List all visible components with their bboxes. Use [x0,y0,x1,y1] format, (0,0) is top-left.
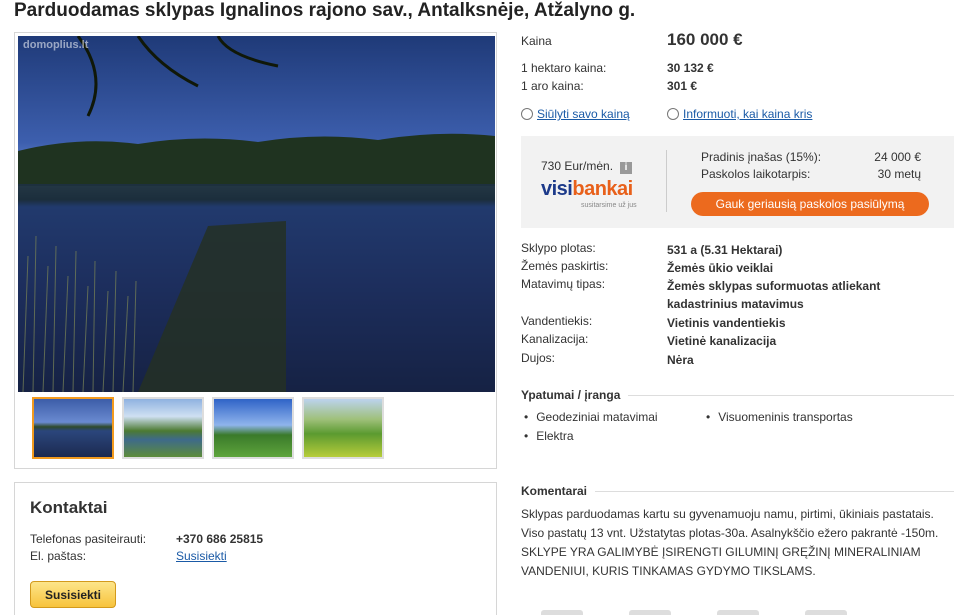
email-label: El. paštas: [30,549,87,563]
price-per-hectare-label: 1 hektaro kaina: [521,61,607,75]
spec-value: 531 a (5.31 Hektarai) [667,243,783,257]
divider-line [628,394,954,396]
features-heading: Ypatumai / įranga [521,388,954,402]
email-contact-link[interactable]: Susisiekti [176,549,227,563]
feature-item: Visuomeninis transportas [706,410,853,424]
down-payment-row: Pradinis įnašas (15%): 24 000 € [701,150,921,164]
down-payment-value: 24 000 € [874,150,921,164]
email-row: El. paštas: Susisiekti [30,549,227,563]
spec-value: Žemės ūkio veiklai [667,261,774,275]
spec-row: Sklypo plotas: 531 a (5.31 Hektarai) [521,241,947,259]
spec-row: Kanalizacija: Vietinė kanalizacija [521,332,947,350]
spec-value: Nėra [667,353,694,367]
notify-price-drop-link[interactable]: Informuoti, kai kaina kris [683,107,812,121]
spec-label: Kanalizacija: [521,332,589,346]
price-per-are-row: 1 aro kaina: 301 € [521,79,697,93]
thumbnail-3[interactable] [212,397,294,459]
loan-monthly-value: 730 Eur/mėn. [541,159,614,173]
loan-term-row: Paskolos laikotarpis: 30 metų [701,167,921,181]
thumbnail-strip [32,397,384,459]
contacts-panel: Kontaktai Telefonas pasiteirauti: +370 68… [14,482,497,615]
price-label: Kaina [521,34,552,48]
comments-heading: Komentarai [521,484,954,498]
spec-value: Vietinis vandentiekis [667,316,786,330]
features-heading-text: Ypatumai / įranga [521,388,621,402]
thumbnail-1[interactable] [32,397,114,459]
page-title: Parduodamas sklypas Ignalinos rajono sav… [14,0,636,21]
spec-label: Žemės paskirtis: [521,259,609,273]
thumbnail-2[interactable] [122,397,204,459]
notify-link-wrap: Informuoti, kai kaina kris [667,107,812,121]
comments-text: Sklypas parduodamas kartu su gyvenamuoju… [521,507,939,578]
spec-label: Vandentiekis: [521,314,593,328]
bottom-share-buttons [541,610,847,615]
bell-icon [667,108,679,120]
spec-value: Žemės sklypas suformuotas atliekant kada… [667,279,881,311]
lake-scene [18,36,495,392]
loan-offer-button[interactable]: Gauk geriausią paskolos pasiūlymą [691,192,929,216]
price-per-are-label: 1 aro kaina: [521,79,584,93]
loan-monthly: 730 Eur/mėn. i [541,159,633,174]
price-per-are-value: 301 € [667,79,698,93]
spec-row: Dujos: Nėra [521,351,947,369]
phone-value[interactable]: +370 686 25815 [176,532,263,546]
offer-price-link[interactable]: Siūlyti savo kainą [537,107,630,121]
spec-row: Žemės paskirtis: Žemės ūkio veiklai [521,259,947,277]
loan-term-value: 30 metų [877,167,921,181]
phone-label: Telefonas pasiteirauti: [30,532,147,546]
info-icon[interactable]: i [620,162,633,174]
feature-item: Geodeziniai matavimai [524,410,657,424]
divider-line [595,490,954,492]
share-button[interactable] [541,610,583,615]
spec-value: Vietinė kanalizacija [667,334,777,348]
watermark: domoplius.lt [23,39,89,51]
price-value: 160 000 € [667,30,743,49]
feature-item: Elektra [524,429,573,443]
share-button[interactable] [629,610,671,615]
loan-term-label: Paskolos laikotarpis: [701,167,811,181]
offer-price-link-wrap: Siūlyti savo kainą [521,107,630,121]
logo-part-a: visi [541,178,573,200]
share-button[interactable] [805,610,847,615]
euro-icon [521,108,533,120]
phone-row: Telefonas pasiteirauti: +370 686 25815 [30,532,263,546]
comments-heading-text: Komentarai [521,484,588,498]
thumbnail-4[interactable] [302,397,384,459]
divider [666,150,667,212]
contact-button[interactable]: Susisiekti [30,581,116,608]
price-per-hectare-row: 1 hektaro kaina: 30 132 € [521,61,714,75]
visibankai-logo[interactable]: visibankai [541,178,633,201]
spec-row: Matavimų tipas: Žemės sklypas suformuotas… [521,277,947,313]
price-row: Kaina 160 000 € [521,30,743,50]
share-button[interactable] [717,610,759,615]
main-photo[interactable]: domoplius.lt [18,36,495,392]
photo-gallery: domoplius.lt [14,32,497,469]
spec-row: Vandentiekis: Vietinis vandentiekis [521,314,947,332]
contacts-heading: Kontaktai [30,498,108,517]
down-payment-label: Pradinis įnašas (15%): [701,150,822,164]
price-per-hectare-value: 30 132 € [667,61,714,75]
logo-part-b: bankai [572,178,633,200]
loan-calculator: 730 Eur/mėn. i visibankai susitarsime už … [521,136,954,228]
logo-tagline: susitarsime už jus [581,202,637,209]
spec-label: Sklypo plotas: [521,241,596,255]
spec-label: Dujos: [521,351,556,365]
spec-label: Matavimų tipas: [521,277,606,291]
